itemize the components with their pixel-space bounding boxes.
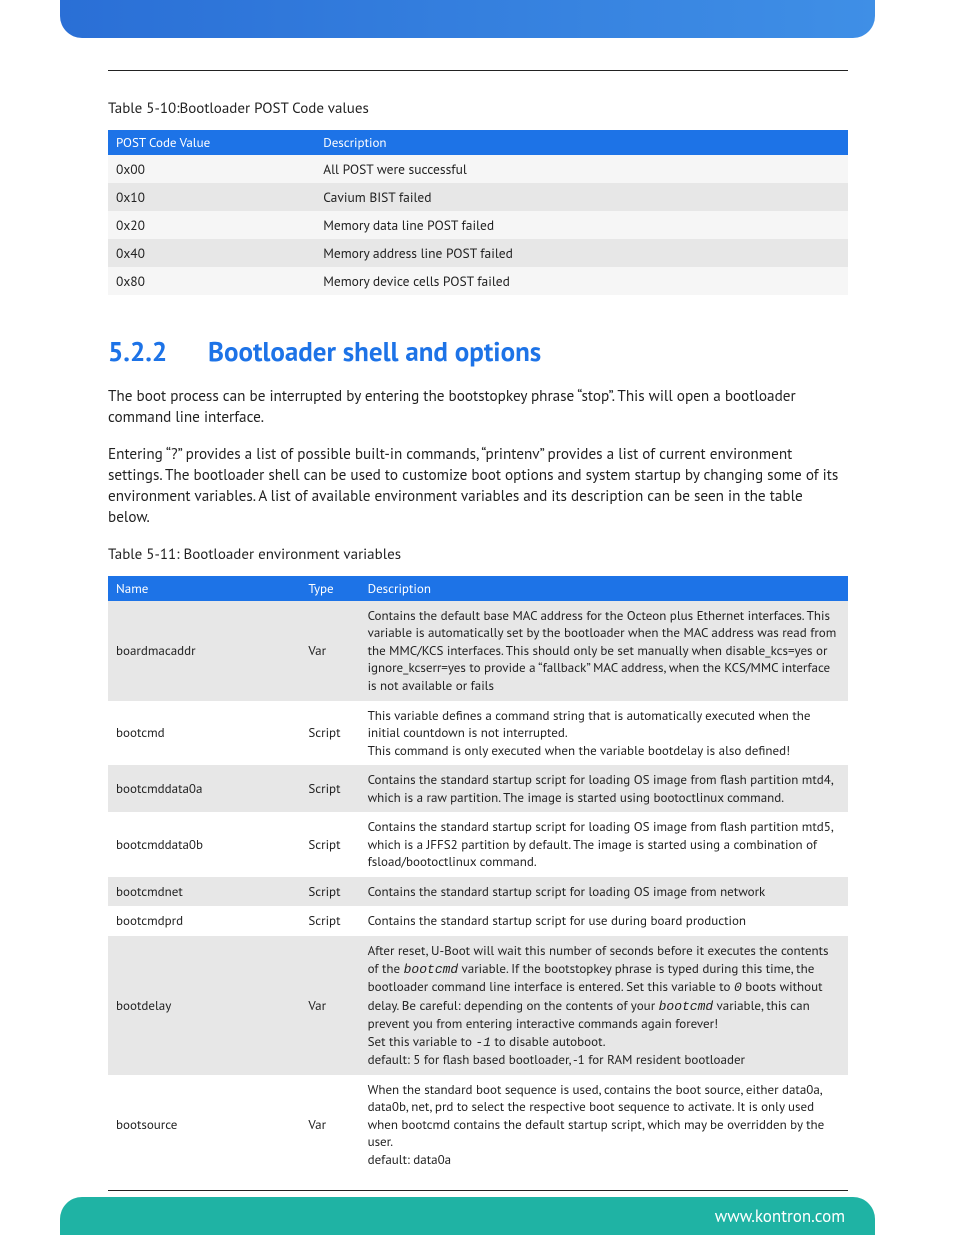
env-desc: After reset, U-Boot will wait this numbe… bbox=[360, 936, 848, 1075]
cell: All POST were successful bbox=[315, 155, 848, 183]
t2-h2: Description bbox=[360, 576, 848, 601]
env-name: bootcmdprd bbox=[108, 906, 300, 936]
env-desc: Contains the standard startup script for… bbox=[360, 765, 848, 812]
top-banner bbox=[60, 0, 875, 38]
t1-h0: POST Code Value bbox=[108, 130, 315, 155]
env-type: Script bbox=[300, 765, 359, 812]
t1-h1: Description bbox=[315, 130, 848, 155]
env-type: Script bbox=[300, 812, 359, 877]
top-rule bbox=[108, 70, 848, 71]
env-name: bootdelay bbox=[108, 936, 300, 1075]
env-type: Script bbox=[300, 701, 359, 766]
t2-h1: Type bbox=[300, 576, 359, 601]
env-desc: Contains the standard startup script for… bbox=[360, 877, 848, 907]
cell: Memory address line POST failed bbox=[315, 239, 848, 267]
env-name: boardmacaddr bbox=[108, 601, 300, 701]
section-heading: 5.2.2Bootloader shell and options bbox=[108, 335, 848, 369]
env-type: Script bbox=[300, 877, 359, 907]
cell: 0x40 bbox=[108, 239, 315, 267]
env-type: Var bbox=[300, 601, 359, 701]
t2-h0: Name bbox=[108, 576, 300, 601]
env-name: bootcmddata0b bbox=[108, 812, 300, 877]
env-type: Var bbox=[300, 936, 359, 1075]
cell: 0x20 bbox=[108, 211, 315, 239]
env-desc: Contains the default base MAC address fo… bbox=[360, 601, 848, 701]
cell: Memory device cells POST failed bbox=[315, 267, 848, 295]
env-type: Var bbox=[300, 1075, 359, 1175]
env-type: Script bbox=[300, 906, 359, 936]
table-env-vars: Name Type Description boardmacaddrVarCon… bbox=[108, 576, 848, 1175]
table-post-codes: POST Code Value Description 0x00All POST… bbox=[108, 130, 848, 295]
footer-rule bbox=[108, 1190, 848, 1191]
env-desc: Contains the standard startup script for… bbox=[360, 906, 848, 936]
env-name: bootcmd bbox=[108, 701, 300, 766]
cell: Memory data line POST failed bbox=[315, 211, 848, 239]
cell: 0x00 bbox=[108, 155, 315, 183]
paragraph-2: Entering “?” provides a list of possible… bbox=[108, 445, 848, 529]
env-name: bootcmddata0a bbox=[108, 765, 300, 812]
cell: Cavium BIST failed bbox=[315, 183, 848, 211]
cell: 0x10 bbox=[108, 183, 315, 211]
table1-caption: Table 5-10:Bootloader POST Code values bbox=[108, 99, 848, 118]
page-content: Table 5-10:Bootloader POST Code values P… bbox=[108, 70, 848, 1175]
env-name: bootsource bbox=[108, 1075, 300, 1175]
section-title: Bootloader shell and options bbox=[208, 335, 541, 369]
env-desc: Contains the standard startup script for… bbox=[360, 812, 848, 877]
cell: 0x80 bbox=[108, 267, 315, 295]
env-desc: When the standard boot sequence is used,… bbox=[360, 1075, 848, 1175]
section-number: 5.2.2 bbox=[108, 335, 208, 369]
env-name: bootcmdnet bbox=[108, 877, 300, 907]
paragraph-1: The boot process can be interrupted by e… bbox=[108, 387, 848, 429]
footer-url: www.kontron.com bbox=[715, 1205, 845, 1227]
bottom-banner: www.kontron.com bbox=[60, 1197, 875, 1235]
table2-caption: Table 5-11: Bootloader environment varia… bbox=[108, 545, 848, 564]
env-desc: This variable defines a command string t… bbox=[360, 701, 848, 766]
